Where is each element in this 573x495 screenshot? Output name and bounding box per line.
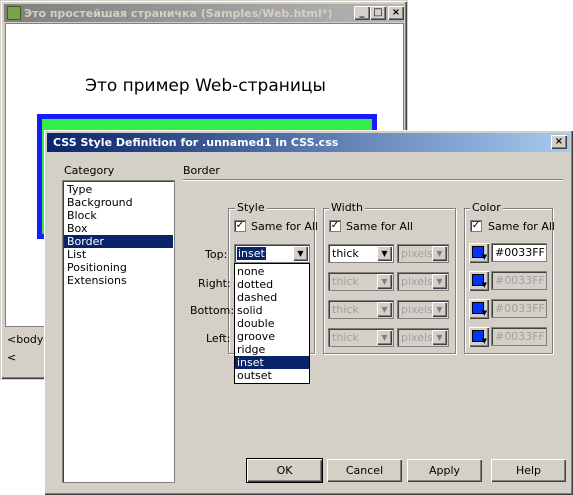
- right-color-input: #0033FF: [491, 271, 547, 290]
- left-unit-value: pixels: [401, 331, 433, 344]
- color-group-legend: Color: [470, 201, 503, 214]
- apply-button[interactable]: Apply: [407, 459, 482, 482]
- background-window-titlebar[interactable]: Это простейшая страничка (Samples/Web.ht…: [4, 4, 404, 22]
- style-dropdown-list[interactable]: none dotted dashed solid double groove r…: [234, 263, 310, 384]
- top-label: Top:: [205, 248, 228, 261]
- chevron-down-icon: ▼: [481, 281, 487, 289]
- ok-button[interactable]: OK: [246, 458, 323, 483]
- category-item-type[interactable]: Type: [64, 183, 173, 196]
- page-heading: Это пример Web-страницы: [85, 76, 326, 96]
- style-same-for-all-checkbox[interactable]: ✓: [234, 220, 246, 232]
- dialog-title: CSS Style Definition for .unnamed1 in CS…: [53, 136, 339, 149]
- top-width-value: thick: [332, 247, 359, 260]
- category-item-list[interactable]: List: [64, 248, 173, 261]
- cancel-button[interactable]: Cancel: [327, 459, 402, 482]
- chevron-down-icon: ▼: [432, 274, 447, 289]
- close-icon[interactable]: ×: [388, 6, 404, 20]
- style-option-inset[interactable]: inset: [235, 356, 309, 369]
- top-style-select[interactable]: inset ▼: [234, 244, 310, 263]
- document-icon: [7, 6, 21, 20]
- chevron-down-icon: ▼: [432, 302, 447, 317]
- category-item-background[interactable]: Background: [64, 196, 173, 209]
- top-style-value: inset: [237, 247, 266, 260]
- left-label: Left:: [206, 332, 231, 345]
- style-group-legend: Style: [235, 201, 267, 214]
- style-option-none[interactable]: none: [235, 265, 309, 278]
- top-unit-value: pixels: [401, 247, 433, 260]
- color-same-for-all-checkbox[interactable]: ✓: [470, 220, 482, 232]
- style-option-double[interactable]: double: [235, 317, 309, 330]
- top-color-picker[interactable]: ▼: [469, 243, 489, 263]
- section-divider: [183, 179, 563, 181]
- style-option-dashed[interactable]: dashed: [235, 291, 309, 304]
- bottom-width-value: thick: [332, 303, 359, 316]
- chevron-down-icon[interactable]: ▼: [293, 246, 308, 261]
- bottom-color-picker: ▼: [469, 299, 489, 319]
- chevron-down-icon: ▼: [377, 274, 392, 289]
- close-icon[interactable]: ×: [551, 135, 567, 149]
- color-same-for-all-label: Same for All: [488, 220, 555, 233]
- category-list[interactable]: Type Background Block Box Border List Po…: [62, 180, 175, 483]
- bottom-unit-value: pixels: [401, 303, 433, 316]
- minimize-glyph: _: [359, 7, 365, 18]
- right-unit-value: pixels: [401, 275, 433, 288]
- right-width-select: thick ▼: [328, 272, 394, 291]
- bottom-width-select: thick ▼: [328, 300, 394, 319]
- right-color-picker: ▼: [469, 271, 489, 291]
- left-width-select: thick ▼: [328, 328, 394, 347]
- category-label: Category: [64, 164, 115, 177]
- close-glyph: ×: [391, 7, 401, 18]
- style-option-solid[interactable]: solid: [235, 304, 309, 317]
- category-item-positioning[interactable]: Positioning: [64, 261, 173, 274]
- right-unit-select: pixels ▼: [397, 272, 449, 291]
- chevron-down-icon: ▼: [432, 246, 447, 261]
- background-window-title: Это простейшая страничка (Samples/Web.ht…: [24, 6, 333, 20]
- category-item-box[interactable]: Box: [64, 222, 173, 235]
- style-same-for-all-label: Same for All: [251, 220, 318, 233]
- style-option-ridge[interactable]: ridge: [235, 343, 309, 356]
- top-color-input[interactable]: #0033FF: [491, 243, 547, 262]
- left-color-picker: ▼: [469, 327, 489, 347]
- chevron-down-icon: ▼: [481, 337, 487, 345]
- bottom-unit-select: pixels ▼: [397, 300, 449, 319]
- chevron-down-icon[interactable]: ▼: [377, 246, 392, 261]
- maximize-glyph: □: [373, 7, 383, 18]
- chevron-down-icon: ▼: [432, 330, 447, 345]
- bottom-color-input: #0033FF: [491, 299, 547, 318]
- style-option-outset[interactable]: outset: [235, 369, 309, 382]
- width-same-for-all-label: Same for All: [346, 220, 413, 233]
- left-unit-select: pixels ▼: [397, 328, 449, 347]
- css-style-definition-dialog: CSS Style Definition for .unnamed1 in CS…: [44, 130, 573, 495]
- category-item-block[interactable]: Block: [64, 209, 173, 222]
- style-option-groove[interactable]: groove: [235, 330, 309, 343]
- section-title: Border: [183, 164, 220, 177]
- dialog-titlebar[interactable]: CSS Style Definition for .unnamed1 in CS…: [47, 133, 570, 152]
- chevron-down-icon: ▼: [377, 330, 392, 345]
- top-width-select[interactable]: thick ▼: [328, 244, 394, 263]
- width-group-legend: Width: [329, 201, 365, 214]
- left-width-value: thick: [332, 331, 359, 344]
- chevron-down-icon: ▼: [481, 253, 487, 261]
- right-width-value: thick: [332, 275, 359, 288]
- chevron-down-icon: ▼: [481, 309, 487, 317]
- category-item-border[interactable]: Border: [64, 235, 173, 248]
- minimize-icon[interactable]: _: [354, 6, 370, 20]
- maximize-icon[interactable]: □: [370, 6, 386, 20]
- width-same-for-all-checkbox[interactable]: ✓: [329, 220, 341, 232]
- top-unit-select: pixels ▼: [397, 244, 449, 263]
- right-label: Right:: [198, 277, 231, 290]
- category-item-extensions[interactable]: Extensions: [64, 274, 173, 287]
- chevron-down-icon: ▼: [377, 302, 392, 317]
- help-button[interactable]: Help: [491, 459, 566, 482]
- close-glyph: ×: [554, 136, 564, 147]
- style-option-dotted[interactable]: dotted: [235, 278, 309, 291]
- bottom-label: Bottom:: [190, 304, 235, 317]
- left-color-input: #0033FF: [491, 327, 547, 346]
